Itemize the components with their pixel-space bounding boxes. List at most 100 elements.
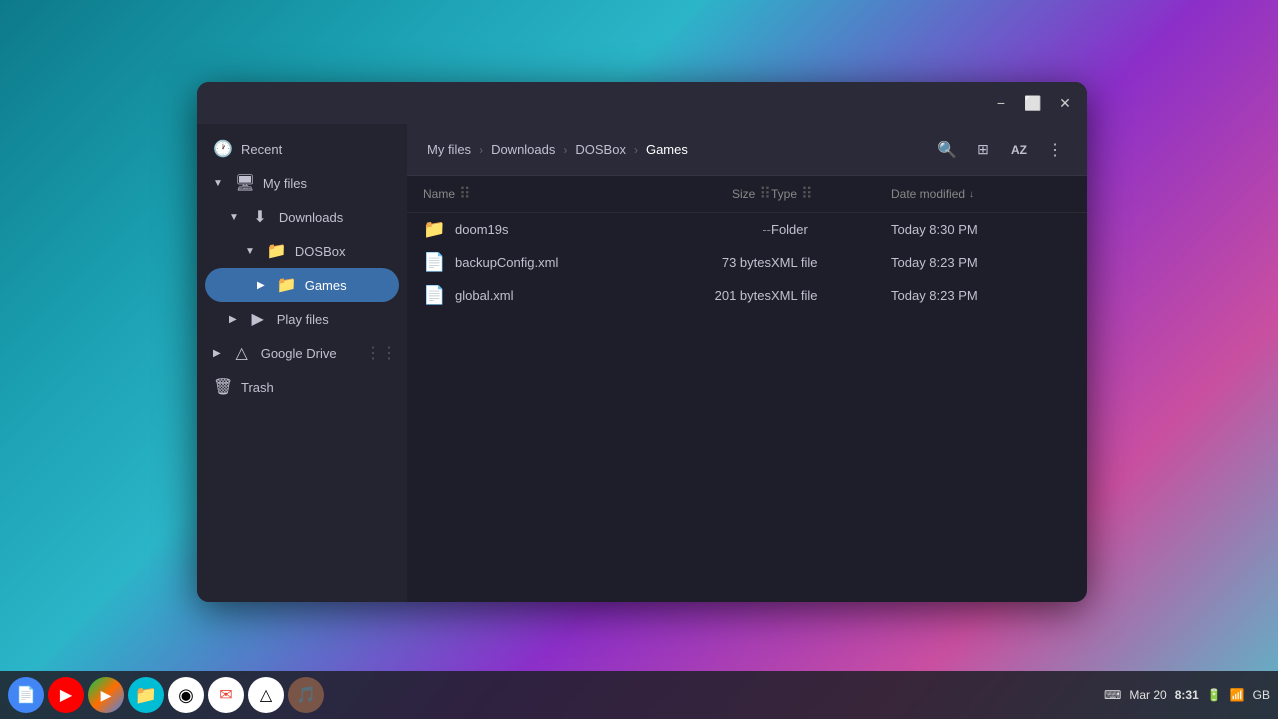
folder-icon: 📁 — [423, 219, 445, 240]
col-header-type[interactable]: Type ⠿ — [771, 184, 891, 204]
minimize-button[interactable]: − — [987, 89, 1015, 117]
xml-file-icon: 📄 — [423, 285, 445, 306]
file-size: -- — [651, 222, 771, 237]
file-date: Today 8:23 PM — [891, 288, 1071, 303]
sidebar-item-games[interactable]: ▶ 📁 Games — [205, 268, 399, 302]
sidebar-item-googledrive[interactable]: ▶ △ Google Drive ⋮⋮ — [197, 336, 407, 370]
googledrive-dots: ⋮⋮ — [365, 343, 397, 363]
games-icon: 📁 — [277, 275, 295, 295]
taskbar-app-chrome[interactable]: ◉ — [168, 677, 204, 713]
close-button[interactable]: ✕ — [1051, 89, 1079, 117]
playstore-icon: ▶ — [101, 687, 112, 704]
col-header-date[interactable]: Date modified ↓ — [891, 187, 1071, 201]
dosbox-icon: 📁 — [267, 241, 285, 261]
file-size: 73 bytes — [651, 255, 771, 270]
taskbar-app-music[interactable]: 🎵 — [288, 677, 324, 713]
more-options-button[interactable]: ⋮ — [1039, 134, 1071, 166]
myfiles-chevron: ▼ — [213, 178, 223, 189]
sidebar-playfiles-label: Play files — [277, 312, 329, 327]
file-date: Today 8:30 PM — [891, 222, 1071, 237]
grid-icon: ⊞ — [977, 141, 989, 158]
taskbar-app-docs[interactable]: 📄 — [8, 677, 44, 713]
table-row[interactable]: 📄 global.xml 201 bytes XML file Today 8:… — [407, 279, 1087, 312]
playfiles-icon: ▶ — [249, 309, 267, 329]
wifi-icon: 📶 — [1230, 688, 1245, 702]
battery-label: GB — [1253, 688, 1270, 702]
name-col-drag[interactable]: ⠿ — [459, 184, 471, 204]
trash-icon: 🗑 — [213, 377, 231, 397]
taskbar-app-files[interactable]: 📁 — [128, 677, 164, 713]
sidebar-item-downloads[interactable]: ▼ ⬇ Downloads — [197, 200, 407, 234]
sidebar-games-label: Games — [305, 278, 347, 293]
dosbox-chevron: ▼ — [245, 246, 255, 257]
more-icon: ⋮ — [1047, 140, 1063, 160]
recent-icon: 🕐 — [213, 139, 231, 159]
sidebar-item-trash[interactable]: 🗑 Trash — [197, 370, 407, 404]
googledrive-chevron: ▶ — [213, 348, 221, 359]
taskbar-app-youtube[interactable]: ▶ — [48, 677, 84, 713]
sidebar-item-playfiles[interactable]: ▶ ▶ Play files — [197, 302, 407, 336]
breadcrumb-downloads[interactable]: Downloads — [487, 140, 559, 159]
downloads-chevron: ▼ — [229, 212, 239, 223]
googledrive-icon: △ — [233, 343, 251, 363]
sidebar-section-dosbox: ▼ 📁 DOSBox ▶ 📁 Games — [197, 234, 407, 302]
sidebar-item-recent[interactable]: 🕐 Recent — [197, 132, 407, 166]
sidebar-trash-label: Trash — [241, 380, 274, 395]
sidebar: 🕐 Recent ▼ 🖥 My files ▼ ⬇ Downloads — [197, 124, 407, 602]
docs-icon: 📄 — [16, 685, 36, 705]
file-type: Folder — [771, 222, 891, 237]
chrome-icon: ◉ — [178, 685, 194, 706]
sidebar-item-dosbox[interactable]: ▼ 📁 DOSBox — [197, 234, 407, 268]
file-type: XML file — [771, 288, 891, 303]
table-row[interactable]: 📄 backupConfig.xml 73 bytes XML file Tod… — [407, 246, 1087, 279]
file-name-cell: 📄 global.xml — [423, 285, 651, 306]
title-bar: − ⬜ ✕ — [197, 82, 1087, 124]
maximize-button[interactable]: ⬜ — [1019, 89, 1047, 117]
file-type: XML file — [771, 255, 891, 270]
sidebar-section-myfiles: ▼ 🖥 My files ▼ ⬇ Downloads ▼ — [197, 166, 407, 336]
search-button[interactable]: 🔍 — [931, 134, 963, 166]
gmail-icon: ✉ — [219, 685, 232, 705]
myfiles-icon: 🖥 — [235, 173, 253, 193]
taskbar-app-drive[interactable]: △ — [248, 677, 284, 713]
sidebar-recent-label: Recent — [241, 142, 282, 157]
header-bar: My files › Downloads › DOSBox › Games 🔍 … — [407, 124, 1087, 176]
col-header-size[interactable]: Size ⠿ — [651, 184, 771, 204]
header-actions: 🔍 ⊞ AZ ⋮ — [931, 134, 1071, 166]
grid-view-button[interactable]: ⊞ — [967, 134, 999, 166]
table-row[interactable]: 📁 doom19s -- Folder Today 8:30 PM — [407, 213, 1087, 246]
search-icon: 🔍 — [937, 140, 957, 160]
file-name: doom19s — [455, 222, 508, 237]
breadcrumb-sep2: › — [563, 143, 567, 157]
col-header-name[interactable]: Name ⠿ — [423, 184, 651, 204]
taskbar: 📄 ▶ ▶ 📁 ◉ ✉ △ 🎵 ⌨ Mar 20 8:31 🔋 📶 GB — [0, 671, 1278, 719]
taskbar-time: 8:31 — [1175, 688, 1199, 702]
sidebar-item-myfiles[interactable]: ▼ 🖥 My files — [197, 166, 407, 200]
sidebar-downloads-label: Downloads — [279, 210, 343, 225]
breadcrumb-dosbox[interactable]: DOSBox — [571, 140, 630, 159]
file-date: Today 8:23 PM — [891, 255, 1071, 270]
breadcrumb-myfiles[interactable]: My files — [423, 140, 475, 159]
drive-icon: △ — [260, 685, 272, 705]
taskbar-status: ⌨ Mar 20 8:31 🔋 📶 GB — [1104, 688, 1270, 702]
file-name: global.xml — [455, 288, 514, 303]
file-name: backupConfig.xml — [455, 255, 558, 270]
keyboard-icon: ⌨ — [1104, 688, 1121, 702]
taskbar-app-gmail[interactable]: ✉ — [208, 677, 244, 713]
sort-button[interactable]: AZ — [1003, 134, 1035, 166]
xml-file-icon: 📄 — [423, 252, 445, 273]
file-size: 201 bytes — [651, 288, 771, 303]
date-sort-icon: ↓ — [969, 189, 974, 200]
breadcrumb-games[interactable]: Games — [642, 140, 692, 159]
type-col-drag[interactable]: ⠿ — [801, 184, 813, 204]
taskbar-app-playstore[interactable]: ▶ — [88, 677, 124, 713]
sidebar-dosbox-label: DOSBox — [295, 244, 346, 259]
column-headers: Name ⠿ Size ⠿ Type ⠿ Date modified ↓ — [407, 176, 1087, 213]
music-icon: 🎵 — [296, 685, 316, 705]
sidebar-section-downloads: ▼ ⬇ Downloads ▼ 📁 DOSBox ▶ — [197, 200, 407, 302]
playfiles-chevron: ▶ — [229, 314, 237, 325]
file-area: Name ⠿ Size ⠿ Type ⠿ Date modified ↓ — [407, 176, 1087, 602]
main-area: My files › Downloads › DOSBox › Games 🔍 … — [407, 124, 1087, 602]
size-col-drag[interactable]: ⠿ — [759, 184, 771, 204]
content-area: 🕐 Recent ▼ 🖥 My files ▼ ⬇ Downloads — [197, 124, 1087, 602]
